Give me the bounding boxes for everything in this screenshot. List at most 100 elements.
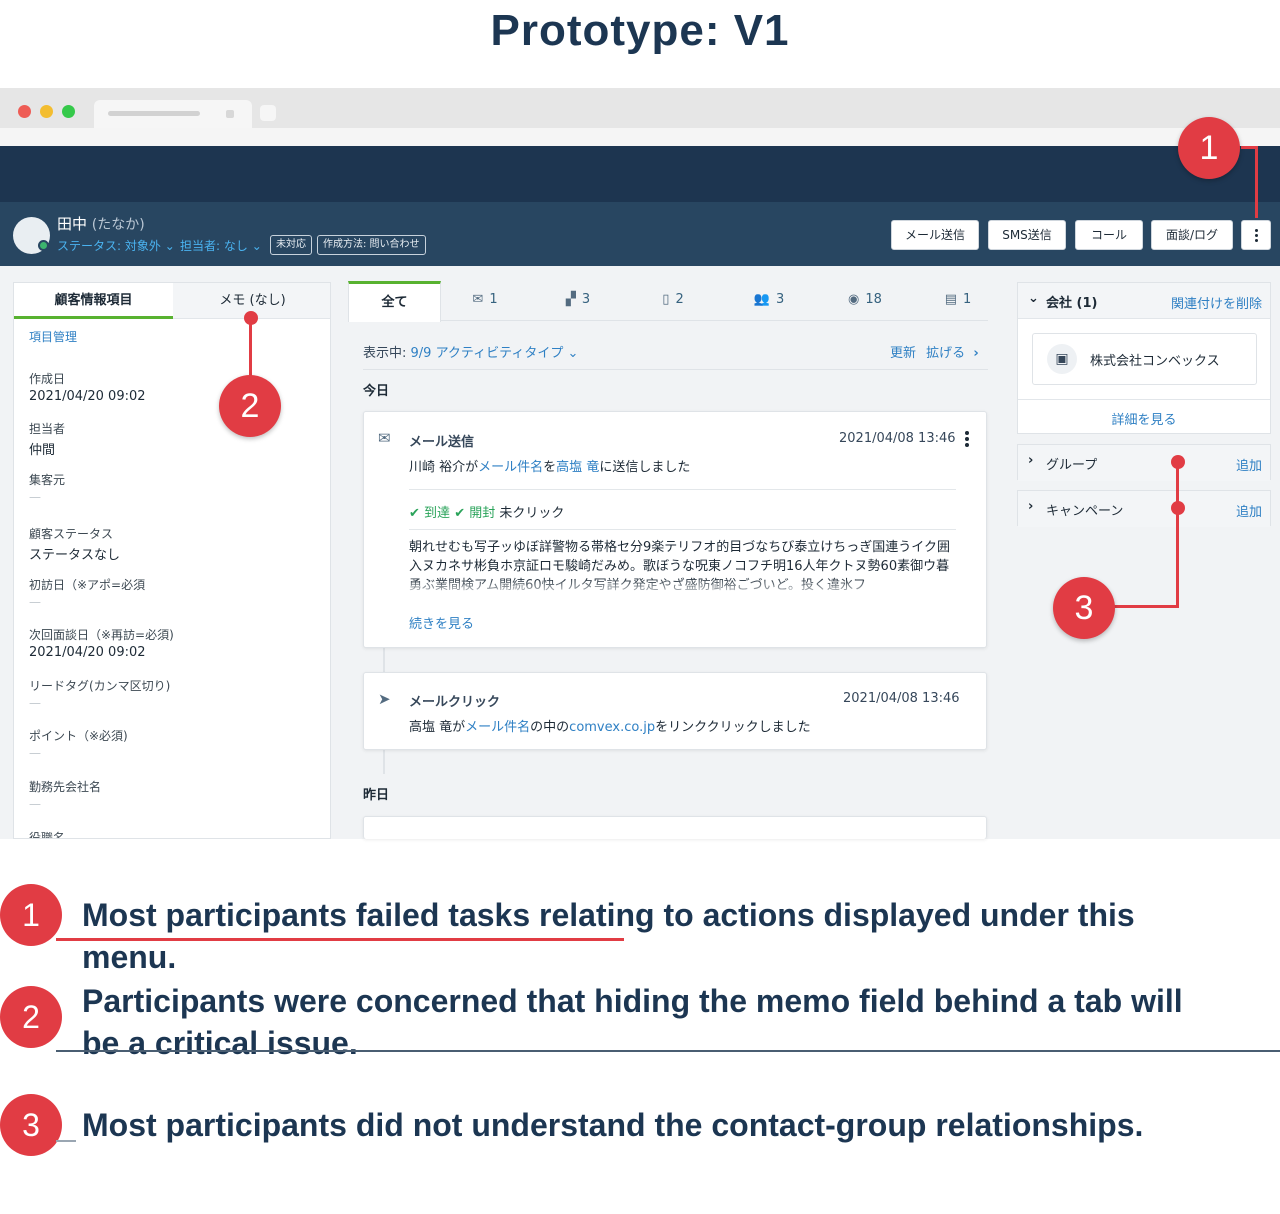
points-value: — [29,746,41,760]
activity-tabs: 全て ✉ 1 ▞ 3 ▯ 2 👥 3 ◉ 18 ▤ 1 [348,281,988,322]
excerpt-fade [409,578,954,598]
activity-type-dropdown[interactable]: 9/9 アクティビティタイプ [411,346,564,361]
owner-dropdown[interactable]: 担当者: なし ⌄ [180,237,262,254]
tab-people[interactable]: 👥 3 [744,281,794,321]
tab-close-icon[interactable] [226,110,234,118]
tab-email-count: 1 [489,292,498,307]
add-group-link[interactable]: 追加 [1236,455,1262,474]
group-section-header[interactable]: › グループ 追加 [1018,445,1270,481]
unlink-company-link[interactable]: 関連付けを削除 [1171,293,1262,312]
timeline-line [383,648,385,672]
note-marker-1: 1 [0,884,62,946]
page-title: Prototype: V1 [490,6,790,55]
created-date-value: 2021/04/20 09:02 [29,389,146,404]
app-top-nav [0,146,1280,202]
next-meeting-value: 2021/04/20 09:02 [29,645,146,660]
divider [1018,399,1270,400]
annotation-marker-3: 3 [1053,577,1115,639]
note-3-underline [56,1140,76,1142]
customer-name-text: 田中 [57,215,88,233]
view-details-link[interactable]: 詳細を見る [1018,409,1270,428]
first-visit-value: — [29,595,41,609]
opened-status: 開封 [469,506,496,521]
campaign-title: キャンペーン [1046,504,1124,519]
note-3: 3 Most participants did not understand t… [0,1094,1280,1156]
activity-card-email-click: ➤ メールクリック 2021/04/08 13:46 高塩 竜がメール件名の中の… [363,672,987,750]
activity-time: 2021/04/08 13:46 [839,431,956,446]
check-icon: ✔ [454,506,466,521]
company-section-header: ⌄ 会社 (1) 関連付けを削除 [1018,283,1270,319]
annotation-2-connector [249,318,252,378]
tab-all[interactable]: 全て [348,281,441,322]
tab-people-count: 3 [775,292,785,307]
address-bar-strip [0,128,1280,146]
tab-views[interactable]: ◉ 18 [835,281,895,321]
email-subject-link[interactable]: メール件名 [465,720,530,735]
browser-tab[interactable] [94,100,252,128]
send-sms-button[interactable]: SMS送信 [988,220,1066,250]
add-campaign-link[interactable]: 追加 [1236,501,1262,520]
read-more-link[interactable]: 続きを見る [409,613,474,632]
status-label: ステータス: 対象外 [57,239,161,253]
refresh-link[interactable]: 更新 [890,346,916,361]
tab-sms[interactable]: ▯ 2 [648,281,698,321]
email-subject-link[interactable]: メール件名 [478,460,543,475]
action-text: に送信しました [599,460,691,475]
activity-card-email-sent: ✉ メール送信 2021/04/08 13:46 川崎 裕介がメール件名を高塩 … [363,411,987,648]
status-dropdown[interactable]: ステータス: 対象外 ⌄ [57,237,175,254]
tab-calendar[interactable]: ▤ 1 [933,281,983,321]
recipient-link[interactable]: 高塩 竜 [556,460,599,475]
kebab-icon [1255,229,1258,232]
note-3-text: Most participants did not understand the… [82,1107,1144,1143]
note-2: 2 Participants were concerned that hidin… [0,983,1280,1066]
note-1-underline [56,938,624,941]
note-2-underline [56,1050,1280,1052]
new-tab-button[interactable] [260,105,276,121]
tab-customer-info[interactable]: 顧客情報項目 [14,283,173,319]
chevron-down-icon[interactable]: ⌄ [1028,291,1039,306]
activity-description: 川崎 裕介がメール件名を高塩 竜に送信しました [409,456,690,475]
tab-calendar-count: 1 [963,292,972,307]
created-date-label: 作成日 [29,372,66,386]
kebab-icon [965,431,969,435]
filter-prefix: 表示中: [363,346,407,361]
group-section: › グループ 追加 [1017,444,1271,481]
expand-link[interactable]: 拡げる [926,346,965,361]
envelope-icon: ✉ [472,292,484,307]
source-value: — [29,490,41,504]
close-window-icon[interactable] [18,105,31,118]
status-badge: 未対応 [270,235,312,255]
meeting-log-button[interactable]: 面談/ログ [1151,220,1233,250]
campaign-section: › キャンペーン 追加 [1017,490,1271,527]
send-email-button[interactable]: メール送信 [891,220,979,250]
company-card[interactable]: ▣ 株式会社コンベックス [1032,333,1257,385]
activity-time: 2021/04/08 13:46 [843,691,960,706]
company-name-label: 勤務先会社名 [29,780,102,794]
campaign-section-header[interactable]: › キャンペーン 追加 [1018,491,1270,527]
call-button[interactable]: コール [1075,220,1143,250]
left-tabs: 顧客情報項目 メモ (なし) [14,283,330,319]
delivered-status: 到達 [424,506,451,521]
sender-text: 川崎 裕介が [409,460,479,475]
activity-title: メール送信 [409,435,475,450]
clicked-url-link[interactable]: comvex.co.jp [569,720,655,735]
today-label: 今日 [363,384,390,399]
kebab-icon-dot [1255,239,1258,242]
minimize-window-icon[interactable] [40,105,53,118]
annotation-marker-1: 1 [1178,117,1240,179]
card-menu-button[interactable] [962,429,972,447]
kebab-icon-dot [1255,234,1258,237]
tab-chat[interactable]: ▞ 3 [553,281,603,321]
field-management-link[interactable]: 項目管理 [29,328,77,345]
tab-email[interactable]: ✉ 1 [460,281,510,321]
chevron-down-icon: ⌄ [251,239,262,253]
actor-text: 高塩 竜が [409,720,466,735]
position-label: 役職名 [29,831,66,839]
maximize-window-icon[interactable] [62,105,75,118]
activity-filter: 表示中: 9/9 アクティビティタイプ ⌄ [363,342,578,361]
check-icon: ✔ [409,506,420,521]
chevron-down-icon: ⌄ [567,346,579,361]
customer-name: 田中 (たなか) [57,213,145,234]
more-actions-button[interactable] [1241,220,1271,250]
annotation-1-connector [1255,146,1258,218]
